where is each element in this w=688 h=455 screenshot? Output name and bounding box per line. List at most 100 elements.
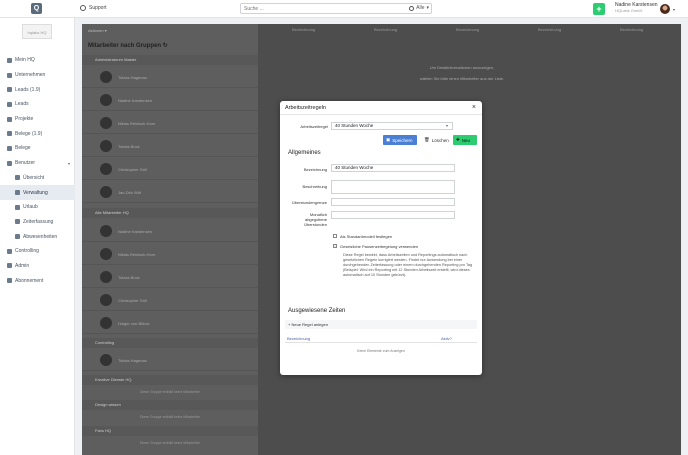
sidebar-item-leads-19[interactable]: Leads (1.9) [0, 82, 75, 97]
plus-icon: ✚ [456, 137, 460, 142]
default-model-checkbox[interactable] [333, 234, 337, 238]
employee-row[interactable]: Holger von Bülow [82, 312, 258, 334]
employee-row[interactable]: Niklas Reinisch-Horn [82, 243, 258, 265]
user-info[interactable]: Nadine Karstensen HQLabs GmbH [615, 2, 658, 14]
employee-row[interactable]: Niklas Reinisch-Horn [82, 112, 258, 134]
save-icon: ▣ [386, 137, 391, 142]
employee-row[interactable]: Christopher Grill [82, 158, 258, 180]
avatar [100, 140, 112, 152]
search-filter-dropdown[interactable]: Alle ▾ [409, 5, 429, 11]
refresh-icon[interactable]: ↻ [163, 43, 168, 49]
delete-button[interactable]: 🗑 Löschen [421, 135, 451, 145]
sidebar-item-abonnement[interactable]: Abonnement [0, 273, 75, 288]
column-header: Bezeichnung [538, 27, 562, 32]
sidebar-item-unternehmen[interactable]: Unternehmen [0, 68, 75, 83]
sidebar-item-mein-hq[interactable]: Mein HQ [0, 53, 75, 68]
search-icon [409, 5, 415, 11]
save-label: Speichern [392, 137, 413, 143]
dialog-header: Arbeitszeitregeln × [280, 101, 482, 115]
save-button[interactable]: ▣ Speichern [383, 135, 417, 145]
employee-name: Tobias Bock [118, 275, 140, 280]
user-menu-chevron-icon[interactable]: ▾ [673, 7, 675, 12]
sidebar-item-zeiterfassung[interactable]: Zeiterfassung [0, 215, 75, 230]
sidebar-item-benutzer[interactable]: Benutzer ▾ [0, 156, 75, 171]
employee-row[interactable]: Christopher Grill [82, 289, 258, 311]
column-header-active[interactable]: Aktiv? [441, 336, 452, 341]
column-header: Bezeichnung [292, 27, 316, 32]
avatar [100, 225, 112, 237]
sidebar-item-controlling[interactable]: Controlling [0, 244, 75, 259]
sidebar-item-belege[interactable]: Belege [0, 141, 75, 156]
sidebar-item-label: Urlaub [23, 204, 38, 211]
group-header[interactable]: Controlling [82, 338, 258, 348]
rule-select[interactable]: 40 Stunden Woche [331, 122, 453, 130]
employee-row[interactable]: Tobias Hagenau [82, 349, 258, 371]
sidebar-item-admin[interactable]: Admin [0, 259, 75, 274]
avatar [100, 117, 112, 129]
group-header[interactable]: Administratoren Master [82, 55, 258, 65]
sidebar-item-uebersicht[interactable]: Übersicht [0, 171, 75, 186]
employee-row[interactable]: Jan-Dirk Witt [82, 181, 258, 203]
app-logo[interactable]: Q [31, 3, 42, 14]
sidebar-item-projekte[interactable]: Projekte [0, 112, 75, 127]
column-header: Bezeichnung [620, 27, 644, 32]
monthly-overtime-label: Monatlich abgegoltene Überstunden [284, 212, 327, 227]
employee-name: Tobias Hagenau [118, 358, 147, 363]
overtime-limit-field[interactable] [331, 198, 455, 206]
employee-name: Jan-Dirk Witt [118, 190, 141, 195]
section-title-general: Allgemeines [288, 150, 321, 156]
new-label: Neu [461, 137, 471, 143]
employee-row[interactable]: Nadine Karstensen [82, 220, 258, 242]
users-icon [7, 160, 12, 166]
support-link[interactable]: Support [80, 5, 107, 11]
sidebar-item-abwesenheiten[interactable]: Abwesenheiten [0, 229, 75, 244]
monthly-overtime-label-line: Überstunden [304, 222, 327, 227]
user-avatar[interactable] [660, 4, 670, 14]
sidebar: hqlabs HQ Mein HQ Unternehmen Leads (1.9… [0, 18, 75, 455]
legal-break-checkbox[interactable] [333, 244, 337, 248]
avatar [100, 94, 112, 106]
sidebar-item-urlaub[interactable]: Urlaub [0, 200, 75, 215]
description-field[interactable] [331, 180, 455, 194]
sidebar-item-label: Leads [15, 101, 29, 108]
name-field[interactable]: 40 Stunden Woche [331, 164, 455, 172]
sidebar-item-belege-19[interactable]: Belege (1.9) [0, 126, 75, 141]
group-header[interactable]: Fans HQ [82, 426, 258, 436]
search-input[interactable] [241, 4, 401, 13]
empty-detail-message: Um Detailinformationen anzuzeigen, [429, 65, 495, 70]
monthly-overtime-field[interactable] [331, 211, 455, 219]
avatar [100, 294, 112, 306]
global-search: Alle ▾ [240, 3, 432, 14]
trash-icon: 🗑 [424, 137, 430, 142]
add-rule-button[interactable]: + Neue Regel anlegen [285, 320, 477, 329]
group-header[interactable]: Design wissen [82, 400, 258, 410]
sidebar-item-leads[interactable]: Leads [0, 97, 75, 112]
sidebar-item-verwaltung[interactable]: Verwaltung [0, 185, 75, 200]
admin-icon [7, 263, 12, 269]
chart-icon [7, 248, 12, 254]
employee-row[interactable]: Nadine Karstensen [82, 89, 258, 111]
employee-groups-panel: Aktionen ▾ Mitarbeiter nach Gruppen ↻ Ad… [82, 24, 258, 455]
close-icon[interactable]: × [472, 104, 476, 111]
empty-group-message: Diese Gruppe enthält keine Mitarbeiter [140, 390, 200, 394]
actions-dropdown[interactable]: Aktionen ▾ [88, 28, 107, 33]
sidebar-item-label: Unternehmen [15, 72, 46, 79]
group-header[interactable]: Alle Mitarbeiter HQ [82, 208, 258, 218]
group-header[interactable]: Kreative Dienste HQ [82, 375, 258, 385]
panel-title-text: Mitarbeiter nach Gruppen [88, 43, 162, 49]
default-model-label: Als Standardmodell festlegen [340, 234, 393, 239]
new-button[interactable]: ✚ Neu [453, 135, 477, 145]
employee-row[interactable]: Tobias Hagenau [82, 66, 258, 88]
add-button[interactable]: + [593, 3, 605, 15]
employee-row[interactable]: Tobias Bock [82, 266, 258, 288]
sidebar-item-label: Benutzer [15, 160, 36, 167]
sidebar-item-label: Projekte [15, 116, 34, 123]
search-filter-label: Alle [416, 5, 425, 11]
avatar [100, 248, 112, 260]
column-header-name[interactable]: Bezeichnung [287, 336, 310, 341]
chevron-down-icon: ▾ [446, 123, 449, 128]
employee-name: Holger von Bülow [118, 321, 150, 326]
name-label: Bezeichnung [303, 167, 327, 172]
lifebuoy-icon [80, 5, 86, 11]
employee-row[interactable]: Tobias Bock [82, 135, 258, 157]
